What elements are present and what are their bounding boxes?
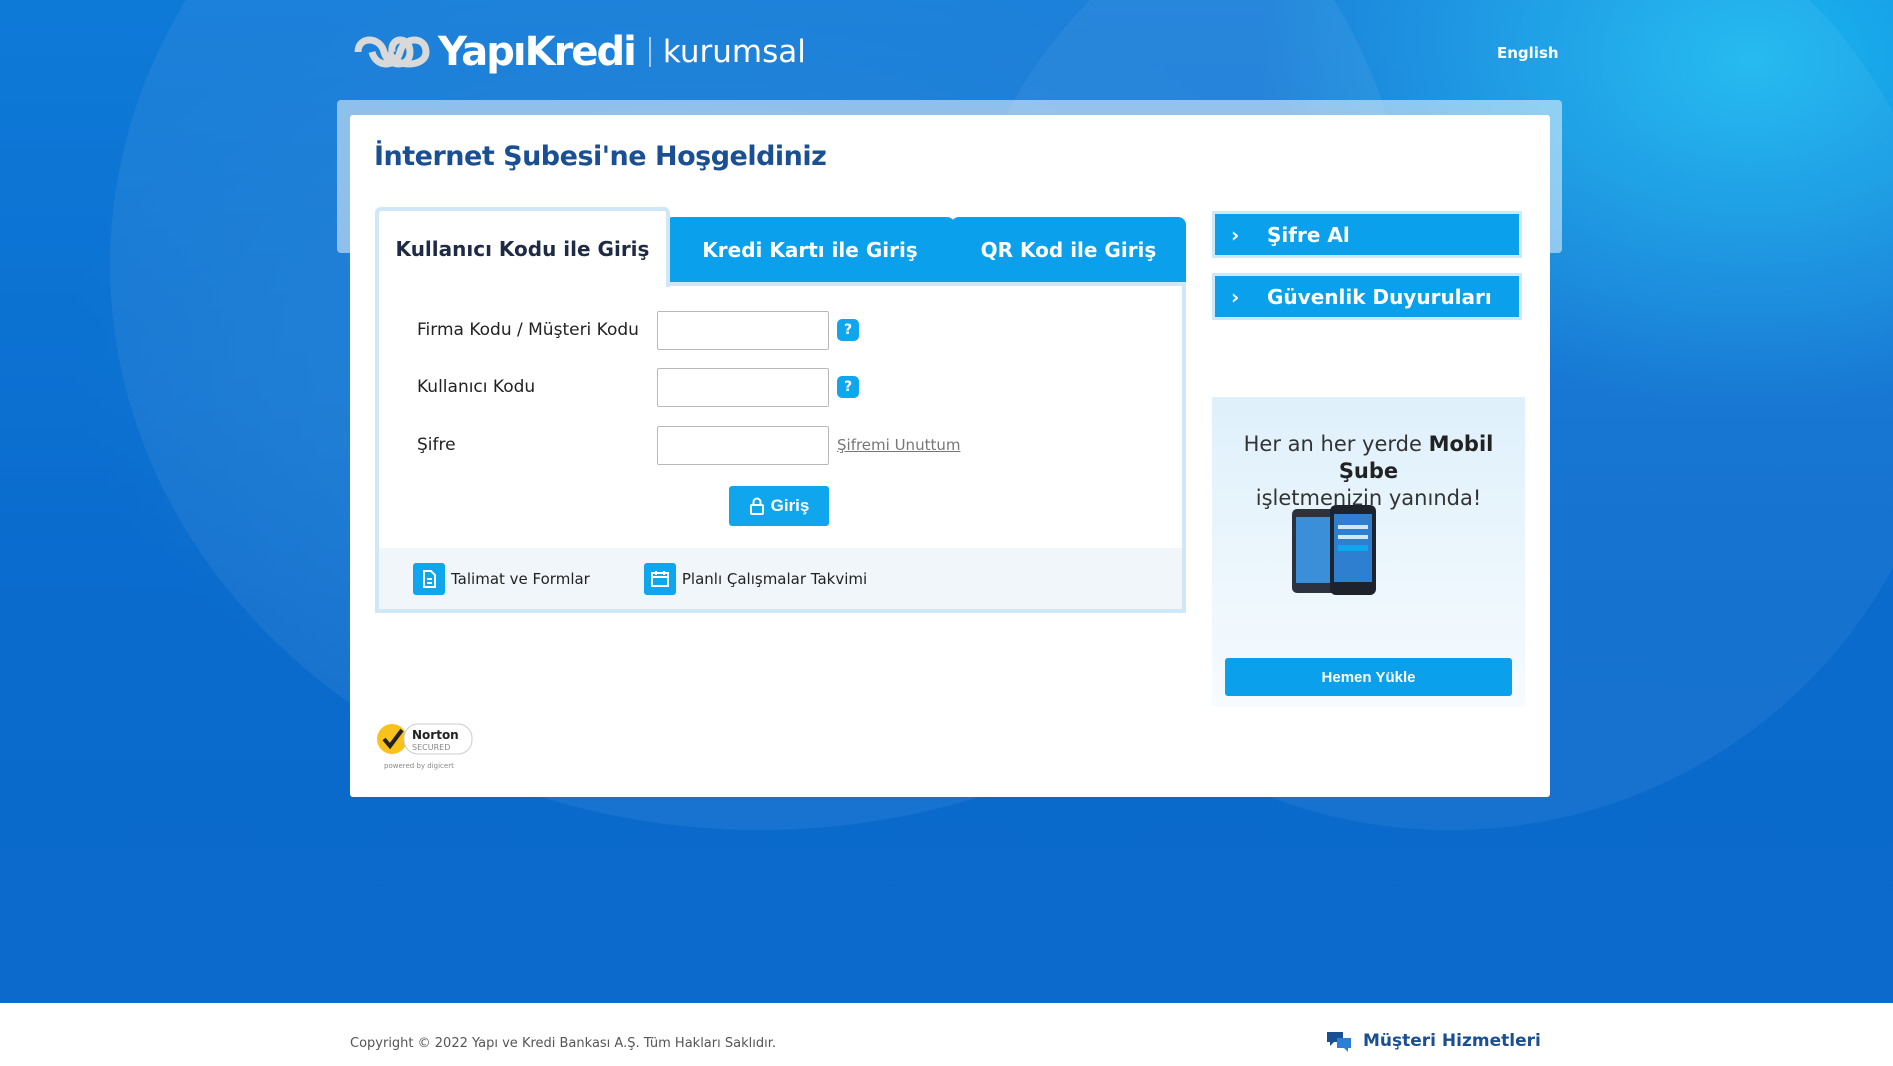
norton-secured-seal[interactable]: Norton SECURED powered by digicert [374, 718, 474, 772]
login-bottom-bar: Talimat ve Formlar Planlı Çalışmalar Tak… [379, 548, 1182, 609]
customer-service-label: Müşteri Hizmetleri [1363, 1031, 1541, 1051]
customer-service-link[interactable]: Müşteri Hizmetleri [1325, 1029, 1541, 1053]
install-now-button[interactable]: Hemen Yükle [1225, 658, 1512, 696]
get-password-button[interactable]: › Şifre Al [1212, 211, 1522, 258]
forms-link-label: Talimat ve Formlar [451, 569, 590, 588]
login-box: Kullanıcı Kodu ile Giriş Kredi Kartı ile… [375, 207, 1186, 613]
forgot-password-link[interactable]: Şifremi Unuttum [837, 436, 960, 454]
chat-bubble-icon [1327, 1032, 1351, 1052]
mobile-phones-image [1292, 505, 1376, 595]
password-row: Şifre Şifremi Unuttum [417, 425, 960, 465]
document-icon [413, 562, 445, 595]
logo-separator [648, 37, 651, 67]
svg-text:Norton: Norton [412, 728, 459, 742]
mobile-promo: Her an her yerde Mobil Şube işletmenizin… [1212, 397, 1525, 707]
firm-code-row: Firma Kodu / Müşteri Kodu ? [417, 310, 859, 350]
forms-link[interactable]: Talimat ve Formlar [413, 562, 590, 595]
password-label: Şifre [417, 435, 456, 455]
user-code-help-icon[interactable]: ? [837, 376, 859, 398]
firm-code-input[interactable] [657, 310, 829, 350]
user-code-label: Kullanıcı Kodu [417, 377, 536, 397]
tab-credit-card[interactable]: Kredi Kartı ile Giriş [665, 217, 955, 282]
password-input[interactable] [657, 425, 829, 465]
firm-code-help-icon[interactable]: ? [837, 319, 859, 341]
promo-text: Her an her yerde Mobil Şube işletmenizin… [1243, 432, 1494, 510]
login-button-label: Giriş [770, 496, 810, 515]
calendar-link-label: Planlı Çalışmalar Takvimi [681, 569, 868, 588]
page-title: İnternet Şubesi'ne Hoşgeldiniz [374, 141, 827, 172]
lock-icon [749, 497, 764, 515]
language-link[interactable]: English [1497, 44, 1559, 62]
brand-sub: kurumsal [662, 34, 806, 70]
calendar-link[interactable]: Planlı Çalışmalar Takvimi [643, 562, 868, 595]
login-tabs: Kullanıcı Kodu ile Giriş Kredi Kartı ile… [375, 207, 1186, 287]
chevron-right-icon: › [1231, 284, 1240, 309]
firm-code-label: Firma Kodu / Müşteri Kodu [417, 320, 639, 340]
main-panel: İnternet Şubesi'ne Hoşgeldiniz Kullanıcı… [350, 115, 1550, 797]
login-form: Firma Kodu / Müşteri Kodu ? Kullanıcı Ko… [375, 282, 1186, 613]
brand-logo[interactable]: YapıKredi kurumsal [350, 26, 806, 78]
brand-name: YapıKredi [438, 29, 637, 75]
svg-text:SECURED: SECURED [412, 743, 450, 752]
tab-user-code[interactable]: Kullanıcı Kodu ile Giriş [375, 207, 670, 287]
yapikredi-logo-icon [354, 36, 430, 68]
get-password-label: Şifre Al [1267, 222, 1350, 247]
security-announcements-button[interactable]: › Güvenlik Duyuruları [1212, 273, 1522, 320]
chevron-right-icon: › [1231, 222, 1240, 247]
user-code-input[interactable] [657, 367, 829, 407]
security-announcements-label: Güvenlik Duyuruları [1267, 284, 1492, 309]
login-button[interactable]: Giriş [729, 486, 829, 526]
user-code-row: Kullanıcı Kodu ? [417, 367, 859, 407]
svg-text:powered by digicert: powered by digicert [384, 762, 454, 770]
tab-qr-code[interactable]: QR Kod ile Giriş [951, 217, 1186, 282]
norton-logo-icon: Norton SECURED powered by digicert [377, 723, 473, 770]
calendar-icon [643, 562, 676, 595]
copyright-text: Copyright © 2022 Yapı ve Kredi Bankası A… [350, 1036, 776, 1051]
